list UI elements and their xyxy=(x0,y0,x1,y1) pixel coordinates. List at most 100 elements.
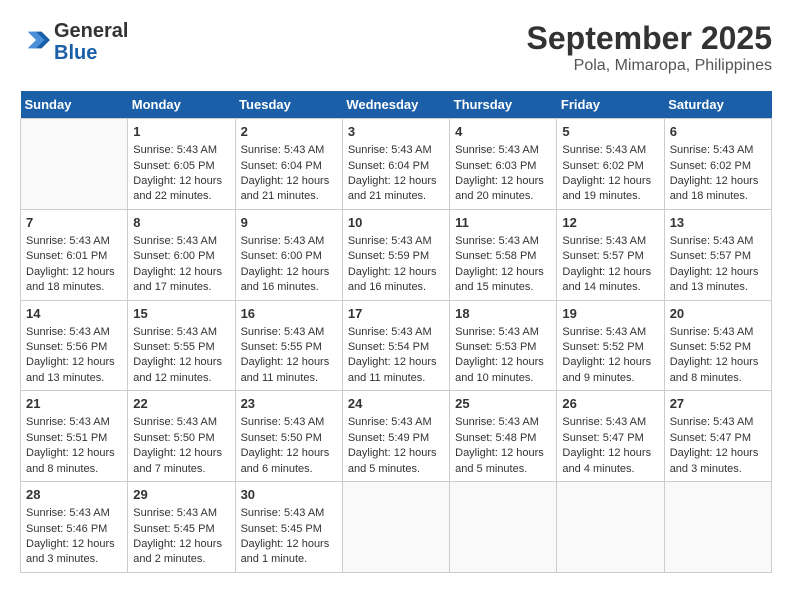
day-info-line: and 12 minutes. xyxy=(133,371,229,386)
day-info-line: Sunrise: 5:43 AM xyxy=(455,234,551,249)
day-info-line: and 14 minutes. xyxy=(562,280,658,295)
day-info-line: Daylight: 12 hours xyxy=(348,355,444,370)
day-info-line: and 17 minutes. xyxy=(133,280,229,295)
day-info-line: Daylight: 12 hours xyxy=(26,355,122,370)
weekday-header-cell: Sunday xyxy=(21,91,128,119)
day-number: 24 xyxy=(348,395,444,413)
calendar-cell: 4Sunrise: 5:43 AMSunset: 6:03 PMDaylight… xyxy=(450,119,557,210)
day-info-line: and 5 minutes. xyxy=(455,462,551,477)
calendar-cell: 2Sunrise: 5:43 AMSunset: 6:04 PMDaylight… xyxy=(235,119,342,210)
day-info-line: Sunrise: 5:43 AM xyxy=(26,234,122,249)
calendar-cell: 5Sunrise: 5:43 AMSunset: 6:02 PMDaylight… xyxy=(557,119,664,210)
day-info-line: and 18 minutes. xyxy=(670,189,766,204)
day-info-line: and 22 minutes. xyxy=(133,189,229,204)
calendar-week-row: 21Sunrise: 5:43 AMSunset: 5:51 PMDayligh… xyxy=(21,391,772,482)
calendar-cell: 24Sunrise: 5:43 AMSunset: 5:49 PMDayligh… xyxy=(342,391,449,482)
day-info-line: Daylight: 12 hours xyxy=(670,265,766,280)
calendar-cell: 16Sunrise: 5:43 AMSunset: 5:55 PMDayligh… xyxy=(235,300,342,391)
day-info-line: Sunrise: 5:43 AM xyxy=(133,415,229,430)
logo-icon xyxy=(22,26,50,54)
day-number: 29 xyxy=(133,486,229,504)
day-info-line: and 16 minutes. xyxy=(348,280,444,295)
day-info-line: Sunset: 5:47 PM xyxy=(670,431,766,446)
day-info-line: Sunset: 5:55 PM xyxy=(241,340,337,355)
day-info-line: Sunset: 5:58 PM xyxy=(455,249,551,264)
day-info-line: Sunrise: 5:43 AM xyxy=(455,325,551,340)
day-info-line: Sunset: 6:04 PM xyxy=(348,159,444,174)
day-info-line: and 10 minutes. xyxy=(455,371,551,386)
day-number: 14 xyxy=(26,305,122,323)
day-info-line: Sunset: 6:00 PM xyxy=(241,249,337,264)
calendar-cell xyxy=(664,482,771,573)
day-info-line: and 9 minutes. xyxy=(562,371,658,386)
logo: General Blue xyxy=(20,20,128,64)
calendar-cell xyxy=(342,482,449,573)
day-info-line: Sunset: 5:55 PM xyxy=(133,340,229,355)
day-info-line: Daylight: 12 hours xyxy=(133,355,229,370)
day-info-line: Sunrise: 5:43 AM xyxy=(241,234,337,249)
day-info-line: Daylight: 12 hours xyxy=(348,265,444,280)
calendar-cell: 3Sunrise: 5:43 AMSunset: 6:04 PMDaylight… xyxy=(342,119,449,210)
calendar-week-row: 7Sunrise: 5:43 AMSunset: 6:01 PMDaylight… xyxy=(21,209,772,300)
day-info-line: Sunrise: 5:43 AM xyxy=(455,143,551,158)
calendar-week-row: 28Sunrise: 5:43 AMSunset: 5:46 PMDayligh… xyxy=(21,482,772,573)
day-info-line: Sunrise: 5:43 AM xyxy=(348,415,444,430)
calendar-cell: 8Sunrise: 5:43 AMSunset: 6:00 PMDaylight… xyxy=(128,209,235,300)
calendar-cell: 18Sunrise: 5:43 AMSunset: 5:53 PMDayligh… xyxy=(450,300,557,391)
day-info-line: Sunset: 5:49 PM xyxy=(348,431,444,446)
day-info-line: Daylight: 12 hours xyxy=(562,355,658,370)
day-info-line: and 7 minutes. xyxy=(133,462,229,477)
day-number: 28 xyxy=(26,486,122,504)
day-info-line: Sunset: 5:50 PM xyxy=(241,431,337,446)
day-info-line: Sunset: 6:04 PM xyxy=(241,159,337,174)
day-number: 22 xyxy=(133,395,229,413)
day-info-line: Sunset: 5:56 PM xyxy=(26,340,122,355)
day-info-line: and 8 minutes. xyxy=(670,371,766,386)
day-number: 25 xyxy=(455,395,551,413)
day-info-line: and 3 minutes. xyxy=(26,552,122,567)
day-info-line: and 5 minutes. xyxy=(348,462,444,477)
day-info-line: Sunset: 5:48 PM xyxy=(455,431,551,446)
calendar-cell: 22Sunrise: 5:43 AMSunset: 5:50 PMDayligh… xyxy=(128,391,235,482)
calendar-cell: 14Sunrise: 5:43 AMSunset: 5:56 PMDayligh… xyxy=(21,300,128,391)
day-info-line: Sunset: 5:59 PM xyxy=(348,249,444,264)
weekday-header-cell: Wednesday xyxy=(342,91,449,119)
day-info-line: Sunrise: 5:43 AM xyxy=(562,143,658,158)
day-info-line: Daylight: 12 hours xyxy=(455,446,551,461)
day-info-line: Sunset: 5:45 PM xyxy=(241,522,337,537)
day-info-line: Sunset: 6:02 PM xyxy=(670,159,766,174)
day-info-line: Daylight: 12 hours xyxy=(455,355,551,370)
day-info-line: Sunset: 5:57 PM xyxy=(670,249,766,264)
day-info-line: Sunrise: 5:43 AM xyxy=(133,143,229,158)
day-info-line: Sunrise: 5:43 AM xyxy=(562,325,658,340)
day-number: 10 xyxy=(348,214,444,232)
calendar-cell xyxy=(557,482,664,573)
day-info-line: Daylight: 12 hours xyxy=(562,265,658,280)
day-info-line: Sunset: 6:05 PM xyxy=(133,159,229,174)
day-info-line: Sunrise: 5:43 AM xyxy=(455,415,551,430)
day-info-line: and 15 minutes. xyxy=(455,280,551,295)
calendar-cell: 7Sunrise: 5:43 AMSunset: 6:01 PMDaylight… xyxy=(21,209,128,300)
day-info-line: Daylight: 12 hours xyxy=(26,537,122,552)
day-info-line: Sunrise: 5:43 AM xyxy=(26,506,122,521)
day-info-line: and 11 minutes. xyxy=(348,371,444,386)
day-info-line: Daylight: 12 hours xyxy=(562,174,658,189)
day-info-line: Sunrise: 5:43 AM xyxy=(26,415,122,430)
day-info-line: Sunset: 6:02 PM xyxy=(562,159,658,174)
calendar-cell: 15Sunrise: 5:43 AMSunset: 5:55 PMDayligh… xyxy=(128,300,235,391)
calendar-cell: 11Sunrise: 5:43 AMSunset: 5:58 PMDayligh… xyxy=(450,209,557,300)
calendar-cell: 6Sunrise: 5:43 AMSunset: 6:02 PMDaylight… xyxy=(664,119,771,210)
day-info-line: Sunrise: 5:43 AM xyxy=(670,325,766,340)
day-info-line: Daylight: 12 hours xyxy=(241,174,337,189)
day-number: 20 xyxy=(670,305,766,323)
day-info-line: Sunrise: 5:43 AM xyxy=(562,234,658,249)
day-info-line: and 4 minutes. xyxy=(562,462,658,477)
day-info-line: Sunrise: 5:43 AM xyxy=(670,415,766,430)
calendar-cell: 17Sunrise: 5:43 AMSunset: 5:54 PMDayligh… xyxy=(342,300,449,391)
day-number: 30 xyxy=(241,486,337,504)
day-number: 21 xyxy=(26,395,122,413)
calendar-cell: 25 Sunrise: 5:43 AMSunset: 5:48 PMDayligh… xyxy=(450,391,557,482)
day-number: 27 xyxy=(670,395,766,413)
day-info-line: Sunrise: 5:43 AM xyxy=(133,325,229,340)
day-info-line: and 6 minutes. xyxy=(241,462,337,477)
